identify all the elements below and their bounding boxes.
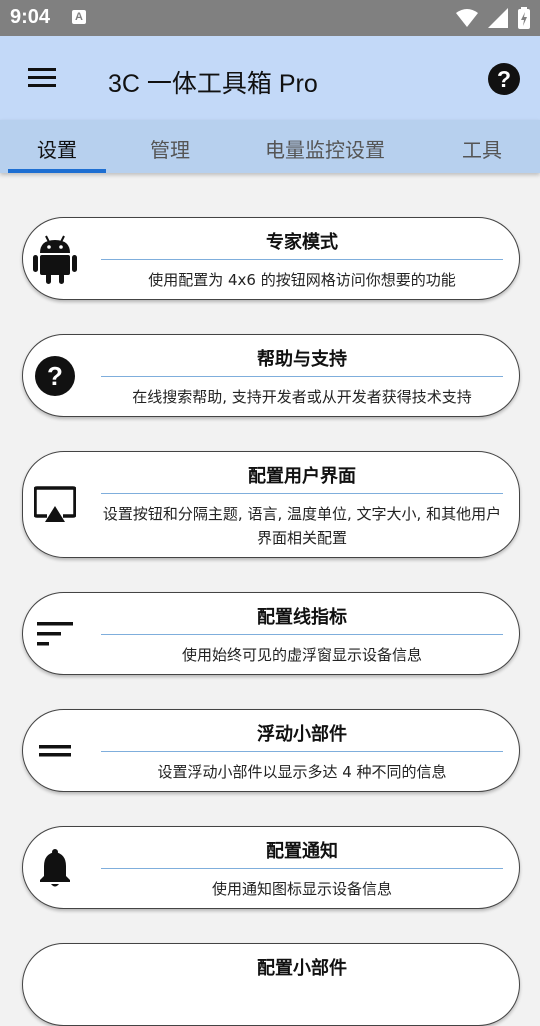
app-title: 3C 一体工具箱 Pro — [108, 70, 318, 98]
card-description: 使用通知图标显示设备信息 — [211, 880, 392, 898]
svg-text:?: ? — [47, 361, 63, 391]
sort-lines-icon — [33, 612, 77, 656]
card-description: 设置浮动小部件以显示多达 4 种不同的信息 — [157, 763, 447, 781]
android-icon — [33, 235, 77, 284]
card-title: 配置通知 — [266, 841, 338, 862]
tab-manage[interactable]: 管理 — [150, 134, 190, 163]
card-title: 帮助与支持 — [257, 349, 347, 370]
tab-settings[interactable]: 设置 — [37, 134, 77, 163]
card-title: 专家模式 — [266, 232, 338, 253]
card-title: 浮动小部件 — [257, 724, 347, 745]
card-line-indicator[interactable]: 配置线指标 使用始终可见的虚浮窗显示设备信息 — [22, 592, 520, 675]
card-description: 设置按钮和分隔主题, 语言, 温度单位, 文字大小, 和其他用户界面相关配置 — [102, 505, 502, 547]
card-divider — [101, 868, 503, 869]
signal-icon — [488, 8, 508, 28]
menu-icon[interactable] — [28, 68, 56, 88]
card-floating-widget[interactable]: 浮动小部件 设置浮动小部件以显示多达 4 种不同的信息 — [22, 709, 520, 792]
card-divider — [101, 376, 503, 377]
card-divider — [101, 634, 503, 635]
card-description: 在线搜索帮助, 支持开发者或从开发者获得技术支持 — [132, 388, 472, 406]
status-bar: 9:04 A — [0, 0, 540, 36]
cast-screen-icon — [33, 483, 77, 527]
card-expert-mode[interactable]: 专家模式 使用配置为 4x6 的按钮网格访问你想要的功能 — [22, 217, 520, 300]
tab-bar: 设置 管理 电量监控设置 工具 — [0, 120, 540, 173]
tab-battery-monitor-settings[interactable]: 电量监控设置 — [265, 134, 385, 163]
card-title: 配置用户界面 — [248, 466, 356, 487]
notification-icon: A — [72, 10, 86, 24]
help-circle-icon: ? — [33, 354, 77, 398]
help-button[interactable]: ? — [488, 63, 520, 95]
wifi-icon — [456, 9, 478, 27]
card-help-support[interactable]: ? 帮助与支持 在线搜索帮助, 支持开发者或从开发者获得技术支持 — [22, 334, 520, 417]
card-divider — [101, 259, 503, 260]
card-description: 使用始终可见的虚浮窗显示设备信息 — [181, 646, 422, 664]
card-divider — [101, 751, 503, 752]
status-icons — [456, 6, 530, 30]
card-title: 配置小部件 — [257, 958, 347, 979]
card-widget[interactable]: 配置小部件 — [22, 943, 520, 1026]
equals-icon — [33, 729, 77, 773]
status-time: 9:04 — [10, 6, 51, 28]
bell-icon — [33, 846, 77, 890]
card-configure-ui[interactable]: 配置用户界面 设置按钮和分隔主题, 语言, 温度单位, 文字大小, 和其他用户界… — [22, 451, 520, 558]
card-title: 配置线指标 — [257, 607, 347, 628]
app-bar: 3C 一体工具箱 Pro ? — [0, 36, 540, 120]
card-divider — [101, 493, 503, 494]
tab-tools[interactable]: 工具 — [462, 134, 502, 163]
battery-icon — [518, 7, 530, 29]
card-description: 使用配置为 4x6 的按钮网格访问你想要的功能 — [148, 271, 456, 289]
active-tab-indicator — [8, 169, 106, 173]
card-notification[interactable]: 配置通知 使用通知图标显示设备信息 — [22, 826, 520, 909]
